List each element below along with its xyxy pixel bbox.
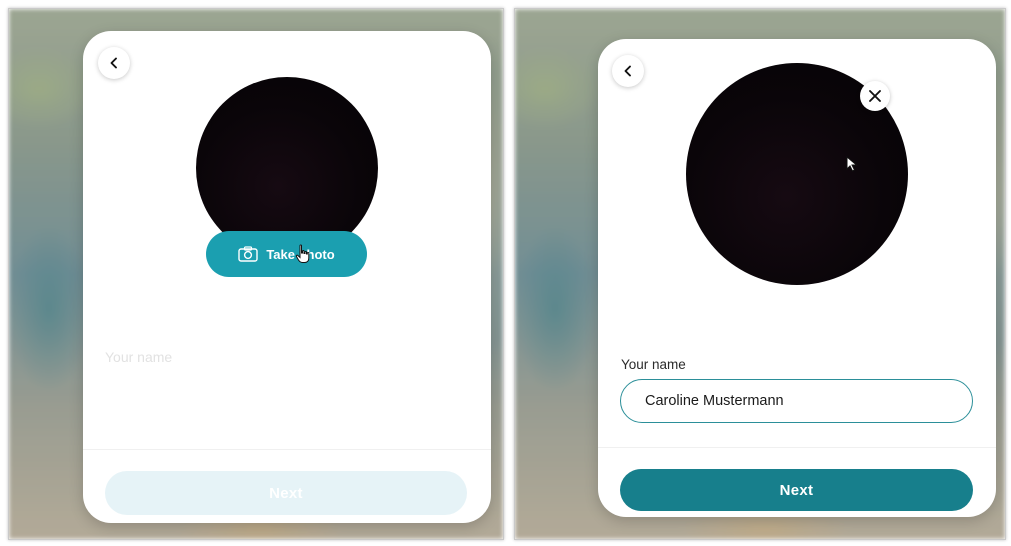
back-button[interactable] [98, 47, 130, 79]
back-button[interactable] [612, 55, 644, 87]
name-input[interactable] [620, 379, 973, 423]
arrow-cursor-icon [846, 156, 858, 172]
name-placeholder[interactable]: Your name [105, 349, 172, 365]
close-icon [869, 90, 881, 102]
profile-card: Take photo Your name Next [83, 31, 491, 523]
profile-card: Your name Next [598, 39, 996, 517]
next-button[interactable]: Next [620, 469, 973, 511]
footer-divider [598, 447, 996, 448]
name-label: Your name [621, 357, 686, 372]
camera-icon [238, 246, 259, 262]
remove-photo-button[interactable] [860, 81, 890, 111]
chevron-left-icon [110, 57, 117, 69]
comparison-stage: Take photo Your name Next Your name Caro… [0, 0, 1011, 546]
screen-after: Your name Next [514, 8, 1006, 540]
footer-divider [83, 449, 491, 450]
screen-before: Take photo Your name Next [8, 8, 504, 540]
chevron-left-icon [624, 65, 631, 77]
hand-cursor-icon [295, 244, 310, 263]
next-button-disabled[interactable]: Next [105, 471, 467, 515]
take-photo-button[interactable]: Take photo [206, 231, 367, 277]
